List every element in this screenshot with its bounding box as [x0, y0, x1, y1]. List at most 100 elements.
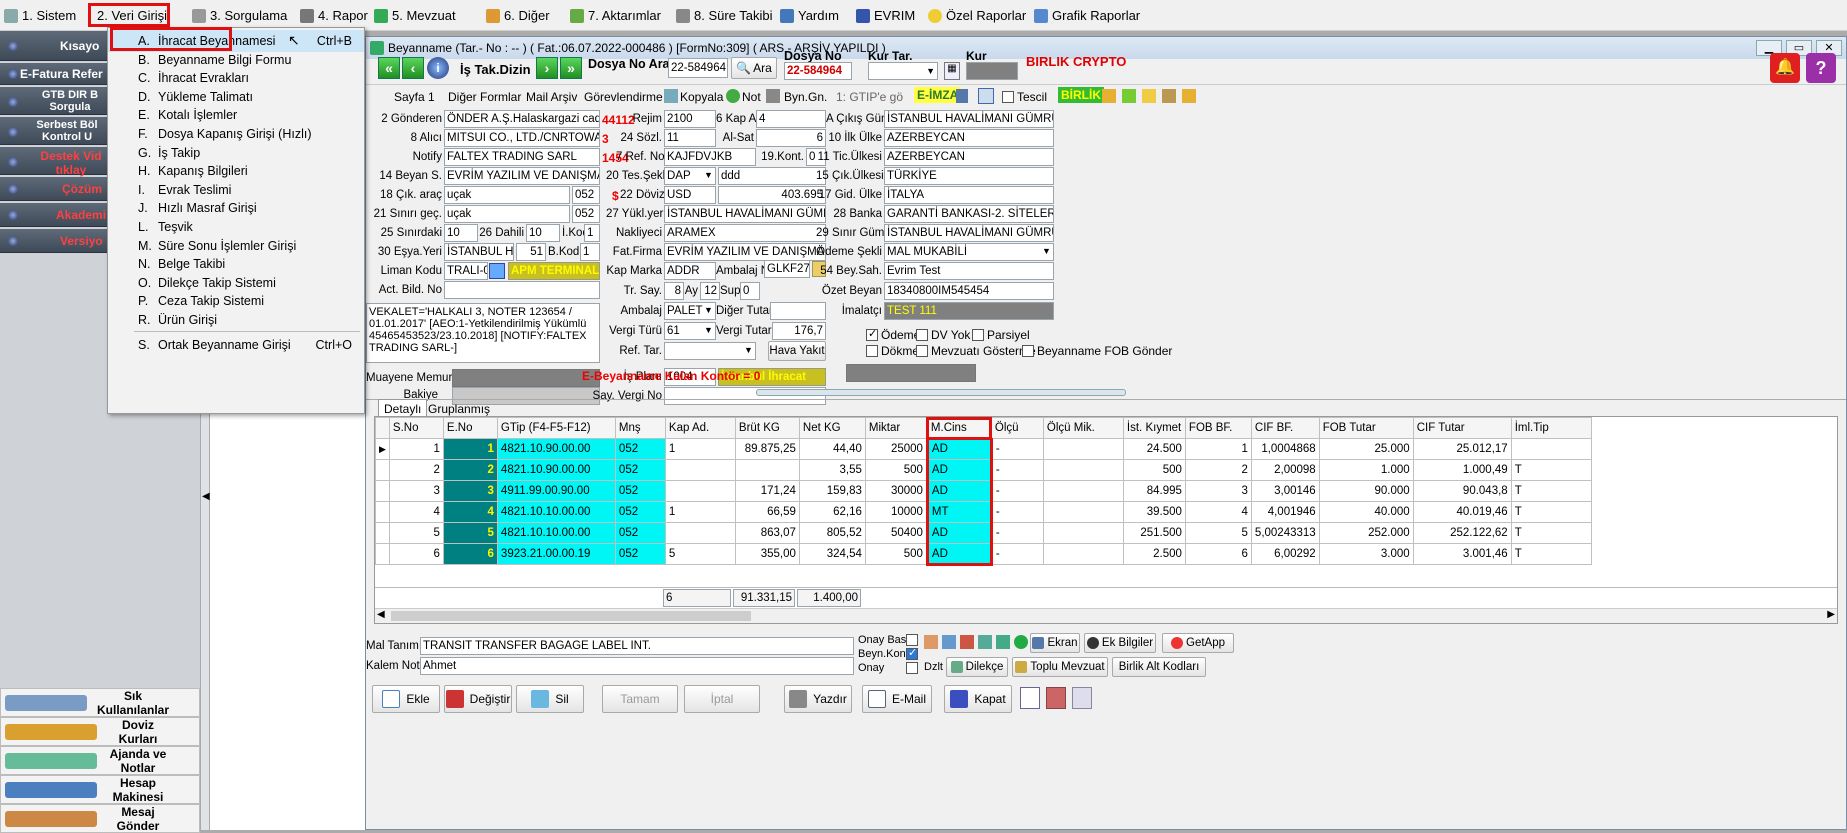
table-cell[interactable] [1042, 459, 1124, 481]
table-cell[interactable]: 40.000 [1318, 501, 1414, 523]
ilk-ulke-field[interactable]: AZERBEYCAN [884, 129, 1054, 147]
esya-yeri-field[interactable]: İSTANBUL HAV. [444, 243, 514, 261]
toplu-mevzuat-button[interactable]: Toplu Mevzuat [1012, 657, 1108, 677]
doviz-field[interactable]: USD [664, 186, 716, 204]
table-cell[interactable]: 1 [1184, 438, 1252, 460]
horizontal-scrollbar[interactable]: ◀ ▶ [375, 608, 1837, 623]
cik-ulkesi-field[interactable]: TÜRKİYE [884, 167, 1054, 185]
table-cell[interactable] [1042, 501, 1124, 523]
kopyala-button[interactable]: Kopyala [680, 90, 723, 104]
table-cell[interactable]: 3 [1184, 480, 1252, 502]
ara-button[interactable]: 🔍 Ara [731, 57, 777, 79]
search-doc-icon[interactable] [978, 88, 994, 104]
lp-hesap-makinesi[interactable]: Hesap Makinesi [0, 775, 200, 804]
mal-tanimi-field[interactable]: TRANSIT TRANSFER BAGAGE LABEL INT. [420, 637, 854, 655]
sup-field[interactable]: 0 [740, 282, 760, 300]
table-cell[interactable]: 6 [388, 543, 444, 565]
beyan-field[interactable]: EVRİM YAZILIM VE DANIŞMANLIK [444, 167, 600, 185]
info-icon[interactable]: i [427, 57, 449, 79]
menu-diger[interactable]: 6. Diğer [486, 6, 550, 25]
table-cell[interactable]: 1 [442, 438, 498, 460]
column-header[interactable]: İml.Tip [1510, 417, 1592, 439]
scroll-right-icon[interactable]: ▶ [1827, 609, 1835, 620]
email-button[interactable]: E-Mail [862, 685, 932, 713]
birlik-alt-kodlari-button[interactable]: Birlik Alt Kodları [1112, 657, 1206, 677]
table-cell[interactable]: 25.000 [1318, 438, 1414, 460]
yazdir-button[interactable]: Yazdır [784, 685, 852, 713]
column-header[interactable]: M.Cins [926, 417, 993, 440]
bkod-field[interactable]: 1 [580, 243, 600, 261]
table-row[interactable]: 5 5 4821.10.10.00.00 052 863,07 805,52 50400 AD… [375, 522, 1592, 544]
table-cell[interactable]: - [990, 480, 1044, 502]
hava-yakit-button[interactable]: Hava Yakıt [768, 341, 826, 361]
last-record-button[interactable]: » [560, 57, 582, 79]
table-cell[interactable]: 90.043,8 [1412, 480, 1512, 502]
help-icon[interactable]: ? [1806, 53, 1836, 83]
table-cell[interactable]: 4821.10.10.00.00 [496, 501, 616, 523]
table-cell[interactable]: 159,83 [798, 480, 866, 502]
table-cell[interactable]: 1.000,49 [1412, 459, 1512, 481]
table-cell[interactable]: - [990, 543, 1044, 565]
column-header[interactable]: S.No [388, 417, 444, 439]
table-cell[interactable] [1042, 543, 1124, 565]
people-icon[interactable] [924, 635, 938, 649]
table-cell[interactable]: AD [925, 522, 993, 544]
table-cell[interactable]: 1,0004868 [1250, 438, 1320, 460]
nakliyeci-field[interactable]: ARAMEX [664, 224, 826, 242]
list-icon[interactable] [942, 635, 956, 649]
first-record-button[interactable]: « [378, 57, 400, 79]
table-cell[interactable]: 4 [442, 501, 498, 523]
table-cell[interactable]: 500 [864, 543, 928, 565]
vekalet-memo[interactable]: VEKALET='HALKALI 3, NOTER 123654 / 01.01… [366, 303, 600, 363]
e-imza-button[interactable]: E-İMZA [914, 87, 962, 103]
degistir-button[interactable]: Değiştir [444, 685, 512, 713]
dosya-search-input[interactable]: 22-584964 [668, 58, 728, 78]
table-cell[interactable]: 4821.10.90.00.00 [496, 459, 616, 481]
table-cell[interactable]: 90.000 [1318, 480, 1414, 502]
export-icon[interactable] [1142, 89, 1156, 103]
table-cell[interactable]: 2,00098 [1250, 459, 1320, 481]
onay-checkbox[interactable] [906, 662, 918, 674]
table-cell[interactable]: - [990, 522, 1044, 544]
al-sat-field[interactable]: 6 [756, 129, 826, 147]
liman-kodu-field[interactable]: TRALI-00 [444, 262, 488, 280]
table-cell[interactable] [1042, 522, 1124, 544]
sil-button[interactable]: Sil [516, 685, 584, 713]
table-cell[interactable]: 5 [1184, 522, 1252, 544]
table-cell[interactable]: 805,52 [798, 522, 866, 544]
table-cell[interactable]: 4 [388, 501, 444, 523]
menu-grafik-raporlar[interactable]: Grafik Raporlar [1034, 6, 1140, 25]
table-cell[interactable]: 4821.10.10.00.00 [496, 522, 616, 544]
table-cell[interactable]: 171,24 [734, 480, 800, 502]
table-cell[interactable]: AD [925, 480, 993, 502]
table-cell[interactable] [664, 522, 736, 544]
table-cell[interactable]: - [990, 459, 1044, 481]
table-cell[interactable]: 10000 [864, 501, 928, 523]
table-row[interactable]: 4 4 4821.10.10.00.00 052 1 66,59 62,16 10000 MT -… [375, 501, 1592, 523]
sinir-field[interactable]: uçak [444, 205, 570, 223]
gid-ulke-field[interactable]: İTALYA [884, 186, 1054, 204]
tescil-checkbox[interactable] [1002, 91, 1014, 103]
esya-yeri-code[interactable]: 51 [516, 243, 546, 261]
table-cell[interactable]: 5 [388, 522, 444, 544]
bell-icon[interactable]: 🔔 [1770, 53, 1800, 83]
column-header[interactable]: Brüt KG [734, 417, 800, 439]
tab-mail-arsiv[interactable]: Mail Arşiv [526, 90, 577, 104]
doviz-value-field[interactable]: 403.695 [718, 186, 826, 204]
ref-no-field[interactable]: KAJFDVJKB [664, 148, 756, 166]
table-cell[interactable]: 2 [388, 459, 444, 481]
table-cell[interactable]: 052 [614, 480, 666, 502]
upload-icon[interactable] [1122, 89, 1136, 103]
table-cell[interactable]: T [1510, 501, 1592, 523]
table-cell[interactable]: 5 [664, 543, 736, 565]
dilekce-button[interactable]: Dilekçe [946, 657, 1008, 677]
cik-arac-field[interactable]: uçak [444, 186, 570, 204]
ozet-beyan-field[interactable]: 18340800IM545454 [884, 282, 1054, 300]
table-cell[interactable]: AD [925, 543, 993, 566]
sinirdaki-field[interactable]: 10 [444, 224, 478, 242]
sinir-code[interactable]: 052 [572, 205, 600, 223]
lp-mesaj-gonder[interactable]: Mesaj Gönder [0, 804, 200, 833]
table-cell[interactable]: 1 [664, 501, 736, 523]
table-row[interactable]: 6 6 3923.21.00.00.19 052 5 355,00 324,54 500 AD -… [375, 543, 1592, 566]
table-cell[interactable]: 50400 [864, 522, 928, 544]
